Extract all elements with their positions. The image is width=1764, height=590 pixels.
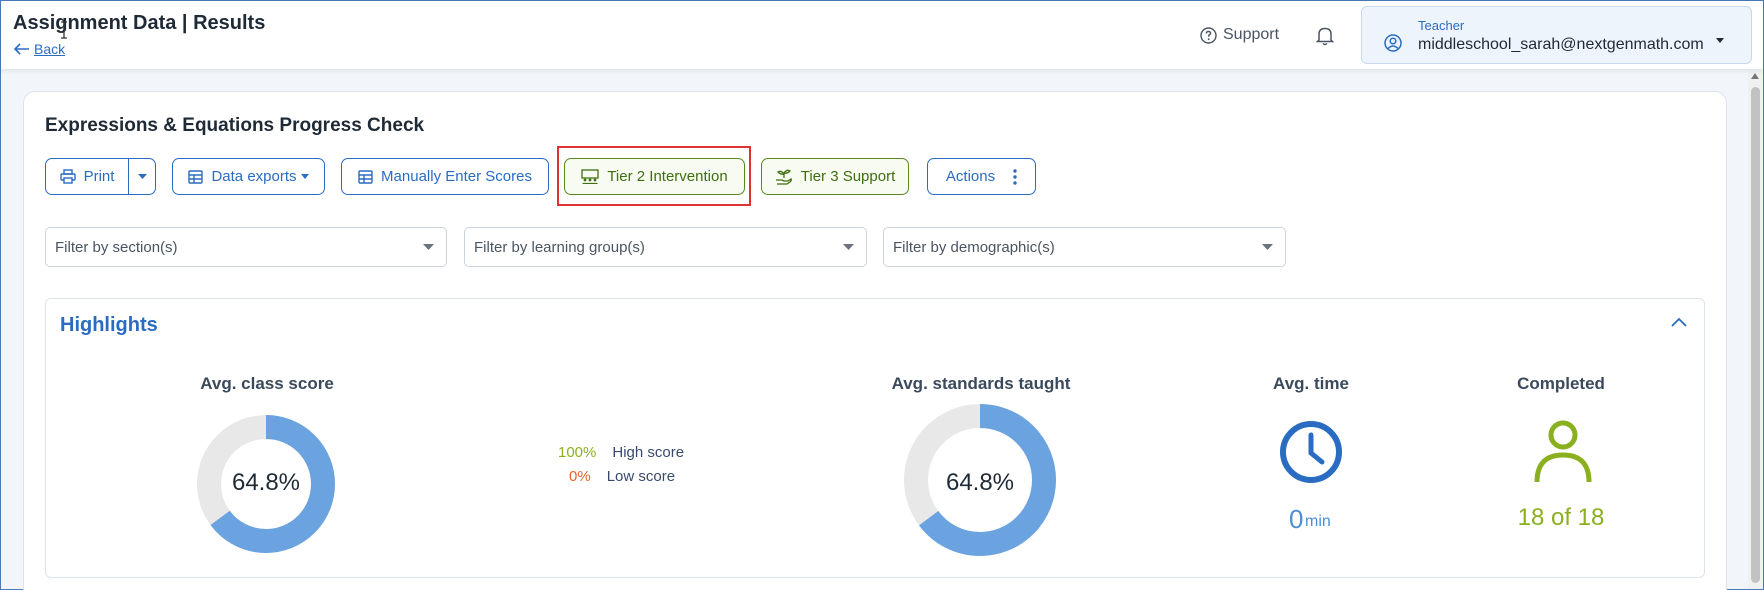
caret-down-icon [137,173,147,179]
actions-menu-button[interactable]: Actions [927,158,1036,195]
tier-2-intervention-button[interactable]: Tier 2 Intervention [564,158,745,195]
demographic-filter-placeholder: Filter by demographic(s) [893,239,1055,256]
scroll-up-icon[interactable] [1751,73,1759,79]
kebab-menu-icon [1013,168,1017,185]
print-label: Print [83,168,115,185]
demographic-filter[interactable]: Filter by demographic(s) [883,227,1286,267]
top-bar: Assignment Data | Results Back Support T… [1,1,1763,69]
support-label: Support [1223,26,1280,43]
print-options-toggle[interactable] [128,158,156,195]
scrollbar-thumb[interactable] [1751,87,1760,583]
caret-down-icon [1262,244,1273,250]
low-score-label: Low score [606,468,676,485]
data-exports-label: Data exports [211,168,297,185]
text-cursor-icon [61,21,67,39]
high-score-value: 100% [558,444,597,461]
user-role: Teacher [1418,18,1465,33]
support-link[interactable]: Support [1200,26,1279,44]
completed-label: Completed [1517,374,1605,393]
manually-enter-scores-button[interactable]: Manually Enter Scores [341,158,549,195]
clock-icon [1280,421,1342,483]
highlights-title: Highlights [60,314,158,336]
avg-class-score-value: 64.8% [231,469,301,496]
learning-group-filter[interactable]: Filter by learning group(s) [464,227,867,267]
group-presentation-icon [581,169,599,184]
tier-2-intervention-label: Tier 2 Intervention [607,168,728,185]
section-filter[interactable]: Filter by section(s) [45,227,447,267]
tier-3-support-label: Tier 3 Support [800,168,896,185]
avg-standards-taught-value: 64.8% [945,469,1015,496]
hand-holding-plant-icon [775,169,792,185]
completed-value: 18 of 18 [1517,504,1605,531]
section-filter-placeholder: Filter by section(s) [55,239,178,256]
user-circle-icon [1384,34,1402,52]
printer-icon [59,169,76,184]
avg-time-label: Avg. time [1273,374,1349,393]
bell-icon[interactable] [1315,25,1335,47]
page-title: Assignment Data | Results [13,12,266,34]
actions-label: Actions [945,168,996,185]
avg-class-score-label: Avg. class score [200,374,334,393]
caret-down-icon [843,244,854,250]
question-circle-icon [1200,26,1217,44]
chevron-up-icon[interactable] [1671,317,1687,327]
print-button[interactable]: Print [45,158,129,195]
page-scrollbar[interactable] [1748,71,1763,589]
user-icon [1534,420,1592,483]
low-score-row: 0% Low score [569,468,675,485]
avg-time-unit: min [1305,513,1331,530]
avg-standards-taught-label: Avg. standards taught [891,374,1071,393]
learning-group-filter-placeholder: Filter by learning group(s) [474,239,645,256]
high-score-row: 100% High score [558,444,684,461]
table-icon [188,169,204,184]
back-link[interactable]: Back [14,41,65,57]
user-menu[interactable]: Teacher middleschool_sarah@nextgenmath.c… [1361,6,1752,64]
table-icon [358,169,373,184]
data-exports-dropdown[interactable]: Data exports [172,158,325,195]
user-email: middleschool_sarah@nextgenmath.com [1418,36,1704,53]
caret-down-icon [1716,38,1724,43]
avg-time-value: 0 [1289,504,1304,534]
assignment-title: Expressions & Equations Progress Check [45,115,425,136]
caret-down-icon [300,174,309,179]
low-score-value: 0% [569,468,591,485]
caret-down-icon [423,244,434,250]
back-link-label: Back [34,41,66,57]
manually-enter-scores-label: Manually Enter Scores [381,168,532,185]
arrow-left-icon [14,43,29,55]
tier-3-support-button[interactable]: Tier 3 Support [761,158,909,195]
high-score-label: High score [612,444,685,461]
